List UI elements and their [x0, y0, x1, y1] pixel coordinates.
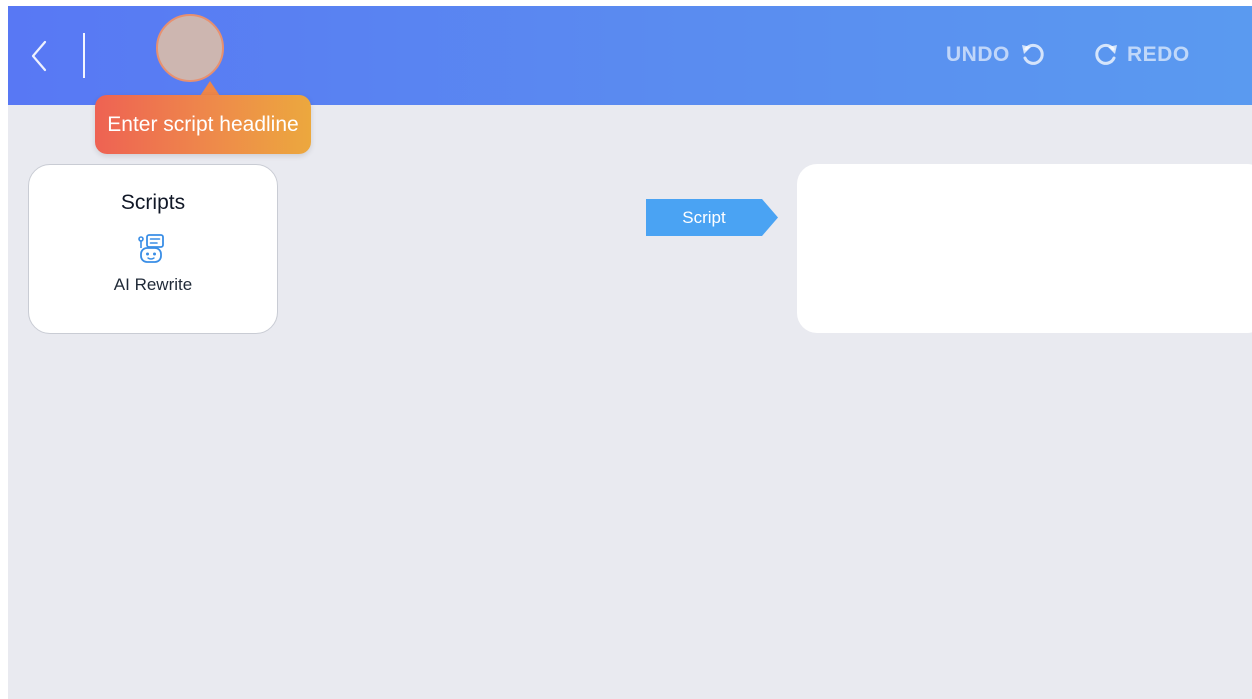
avatar[interactable]	[156, 14, 224, 82]
top-bar: UNDO REDO	[8, 6, 1252, 105]
ai-rewrite-button[interactable]: AI Rewrite	[29, 275, 277, 295]
script-tag-label: Script	[682, 208, 726, 227]
redo-button[interactable]: REDO	[1094, 40, 1190, 70]
redo-label: REDO	[1127, 43, 1190, 66]
redo-icon	[1095, 43, 1117, 65]
script-tag[interactable]: Script	[646, 199, 778, 236]
robot-chat-icon[interactable]	[136, 233, 170, 265]
scripts-card: Scripts AI Rewrite	[28, 164, 278, 334]
scripts-card-title: Scripts	[120, 191, 186, 214]
topbar-divider	[83, 33, 85, 78]
script-editor-panel[interactable]	[797, 164, 1252, 333]
back-button[interactable]	[26, 37, 54, 75]
tooltip-arrow	[200, 81, 220, 96]
chevron-left-icon	[31, 40, 47, 72]
undo-label: UNDO	[946, 43, 1010, 66]
headline-tooltip: Enter script headline	[95, 95, 311, 154]
undo-button[interactable]: UNDO	[946, 40, 1045, 70]
app-frame: UNDO REDO Enter script headline Scripts	[8, 6, 1252, 699]
undo-icon	[1021, 43, 1044, 65]
